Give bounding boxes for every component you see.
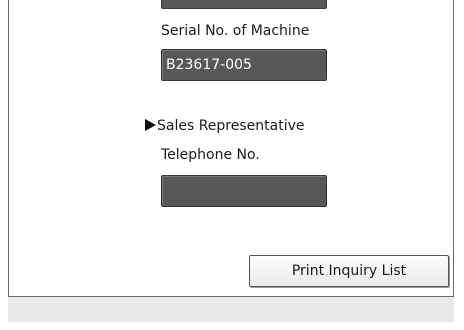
status-bar bbox=[8, 296, 454, 322]
telephone-field bbox=[161, 175, 327, 207]
previous-field bbox=[161, 0, 327, 9]
serial-number-field: B23617-005 bbox=[161, 49, 327, 81]
telephone-label: Telephone No. bbox=[161, 147, 260, 163]
print-inquiry-list-button[interactable]: Print Inquiry List bbox=[249, 255, 449, 287]
serial-number-label: Serial No. of Machine bbox=[161, 23, 310, 39]
sales-representative-label: Sales Representative bbox=[157, 118, 305, 134]
sales-representative-heading: Sales Representative bbox=[145, 118, 305, 134]
inquiry-panel: Serial No. of Machine B23617-005 Sales R… bbox=[8, 0, 454, 322]
triangle-right-icon bbox=[145, 119, 156, 131]
